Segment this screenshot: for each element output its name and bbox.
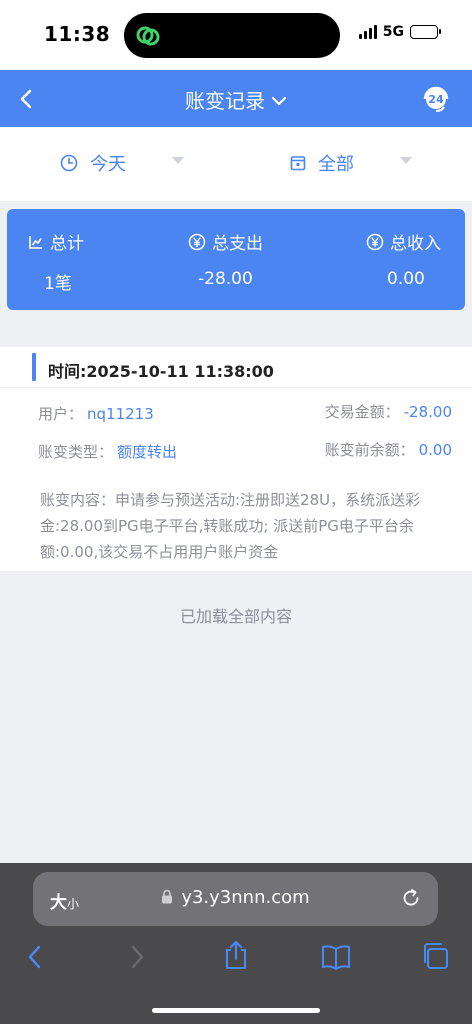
income-value: 0.00 [387,269,425,289]
browser-forward-icon[interactable] [126,943,148,971]
browser-toolbar: 大小 y3.y3nnn.com [0,863,472,1024]
chevron-down-icon [271,95,287,107]
browser-back-icon[interactable] [24,943,46,971]
support-badge: 24 [428,93,444,106]
balance-value: 0.00 [418,441,452,459]
customer-service-icon[interactable]: 24 [420,82,452,114]
dynamic-island [124,13,340,58]
status-icons: 5G [358,24,441,40]
loaded-all-text: 已加载全部内容 [179,607,292,626]
battery-icon [410,25,441,39]
calendar-icon [290,155,306,171]
balance-label: 账变前余额： [324,441,415,459]
chart-icon [28,234,50,250]
amount-value: -28.00 [403,403,452,421]
caret-down-icon[interactable] [400,157,412,164]
url-text: y3.y3nnn.com [181,887,310,908]
caret-down-icon[interactable] [172,157,184,164]
network-type: 5G [382,24,404,40]
share-icon[interactable] [222,939,250,971]
total-header: 总计 [28,229,84,254]
expense-header: 总支出 [188,229,263,254]
bookmarks-icon[interactable] [320,943,352,971]
page-title-dropdown[interactable]: 账变记录 [0,85,472,114]
chat-app-icon [134,22,162,50]
amount-label: 交易金额： [324,403,400,421]
signal-icon [358,25,377,39]
record-balance: 账变前余额： 0.00 [325,439,452,460]
total-label: 总计 [50,234,84,254]
page-title: 账变记录 [185,89,265,113]
record-time: 时间:2025-10-11 11:38:00 [48,362,274,381]
summary-card: 总计 总支出 总收入 1笔 -28.00 0.00 [7,209,465,310]
record-user: 用户： nq11213 [38,403,154,424]
type-filter-label: 全部 [318,154,354,175]
record-time-header: 时间:2025-10-11 11:38:00 [0,347,472,388]
lock-icon [161,889,173,904]
accent-bar [32,353,36,381]
user-label: 用户： [38,405,84,423]
url-display[interactable]: y3.y3nnn.com [33,887,438,908]
record-type: 账变类型： 额度转出 [38,441,177,462]
filter-bar: 今天 全部 [0,127,472,201]
status-bar: 11:38 5G [0,0,472,70]
clock-icon [60,154,78,172]
status-time: 11:38 [44,22,111,46]
type-filter[interactable]: 全部 [290,150,354,176]
user-value: nq11213 [87,405,154,423]
income-label: 总收入 [390,234,441,254]
record-amount: 交易金额： -28.00 [325,401,452,422]
expense-value: -28.00 [198,269,253,289]
tabs-icon[interactable] [420,941,450,971]
date-filter-label: 今天 [90,154,126,175]
yen-coin-icon [366,233,390,251]
reload-icon[interactable] [400,887,422,909]
nav-bar: 账变记录 24 [0,70,472,127]
address-bar[interactable]: 大小 y3.y3nnn.com [33,872,438,926]
record-content: 账变内容：申请参与预送活动:注册即送28U，系统派送彩金:28.00到PG电子平… [40,491,421,561]
home-indicator [152,1008,320,1013]
expense-label: 总支出 [212,234,263,254]
total-value: 1笔 [44,274,72,294]
type-label: 账变类型： [38,443,114,461]
yen-coin-icon [188,233,212,251]
transaction-record: 时间:2025-10-11 11:38:00 用户： nq11213 交易金额： -… [0,347,472,571]
income-header: 总收入 [366,229,441,254]
type-value: 额度转出 [117,443,178,461]
date-filter[interactable]: 今天 [60,150,126,176]
